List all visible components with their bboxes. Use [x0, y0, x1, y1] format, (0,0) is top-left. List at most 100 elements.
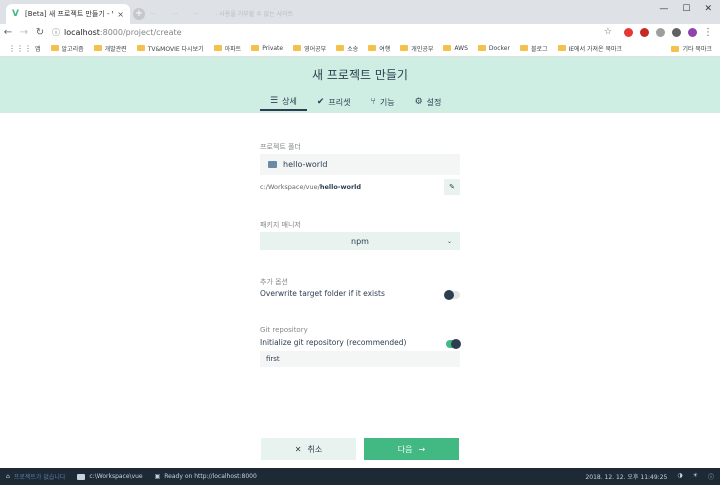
bookmark-folder[interactable]: 개발관련: [93, 44, 127, 53]
folder-icon: [293, 45, 302, 51]
tab-title: [Beta] 새 프로젝트 만들기 - Vue: [25, 10, 113, 18]
bookmark-label: 아파트: [224, 45, 242, 53]
bookmark-label: TV&MOVIE 다시보기: [147, 45, 204, 53]
bookmark-folder[interactable]: TV&MOVIE 다시보기: [136, 44, 204, 53]
tab-presets[interactable]: ✔ 프리셋: [307, 93, 361, 111]
bookmark-folder[interactable]: Private: [251, 45, 283, 52]
browser-tab[interactable]: V [Beta] 새 프로젝트 만들기 - Vue ×: [6, 4, 130, 24]
folder-icon: [77, 473, 86, 480]
adblock-extension-icon[interactable]: [640, 27, 649, 37]
url-host: localhost: [64, 27, 100, 37]
check-circle-icon: ✔: [316, 97, 325, 107]
bookmark-label: 알고리즘: [61, 45, 84, 53]
bookmark-label: 영어공부: [304, 45, 327, 53]
chevron-down-icon: ⌄: [446, 237, 452, 245]
path-prefix: c:/Workspace/vue/: [260, 183, 320, 191]
bookmark-folder[interactable]: IE에서 가져온 북마크: [557, 44, 622, 53]
tab-label: 상세: [282, 96, 297, 106]
maximize-button[interactable]: ☐: [682, 4, 690, 14]
git-init-option: Initialize git repository (recommended): [260, 338, 461, 349]
extension-icon[interactable]: [656, 27, 665, 37]
package-manager-select[interactable]: npm ⌄: [260, 232, 460, 250]
git-init-label: Initialize git repository (recommended): [260, 338, 407, 347]
terminal-icon: ▣: [154, 473, 161, 480]
folder-icon: [136, 45, 145, 51]
status-projects[interactable]: ⌂ 프로젝트가 없습니다: [0, 472, 71, 481]
profile-avatar-icon[interactable]: [688, 27, 697, 37]
folder-icon: [268, 161, 277, 168]
tab-label: 설정: [426, 97, 442, 107]
cancel-button[interactable]: ✕ 취소: [261, 438, 356, 460]
overwrite-label: Overwrite target folder if it exists: [260, 289, 385, 298]
bookmark-folder[interactable]: 영어공부: [293, 44, 326, 53]
minimize-button[interactable]: —: [659, 4, 668, 14]
bookmark-label: 블로그: [530, 45, 548, 53]
tab-details[interactable]: ☰ 상세: [260, 93, 307, 111]
overwrite-option: Overwrite target folder if it exists: [260, 289, 460, 300]
overwrite-toggle[interactable]: [444, 290, 460, 300]
bookmark-label: 소송: [347, 45, 359, 53]
folder-icon: [443, 45, 452, 51]
ghost-tabs: ... ... ... - 사용을 거부할 수 없는 사이트: [150, 9, 293, 18]
status-ready[interactable]: ▣ Ready on http://localhost:8000: [149, 473, 263, 480]
toggle-knob: [444, 290, 454, 300]
bookmark-folder[interactable]: 아파트: [213, 44, 242, 53]
bookmark-folder[interactable]: 개인공부: [400, 44, 433, 53]
bookmark-folder[interactable]: 여행: [368, 44, 390, 53]
bookmark-folder[interactable]: 블로그: [519, 44, 548, 53]
ghost-tab: ...: [150, 9, 156, 16]
git-init-toggle[interactable]: [446, 339, 461, 349]
folder-icon: [519, 45, 528, 51]
project-folder-input[interactable]: hello-world: [260, 154, 460, 175]
bookmark-folder[interactable]: Docker: [477, 45, 510, 52]
folder-icon: [368, 45, 377, 51]
status-message: 프로젝트가 없습니다: [13, 474, 66, 481]
status-folder[interactable]: c:\Workspace\vue: [71, 473, 148, 480]
bookmark-folder[interactable]: AWS: [443, 45, 468, 52]
extension-icon[interactable]: [672, 27, 681, 37]
browser-menu-icon[interactable]: ⋮: [703, 27, 713, 38]
folder-label: 프로젝트 폴더: [260, 143, 301, 151]
tab-label: 기능: [379, 97, 395, 107]
new-tab-button[interactable]: +: [133, 8, 145, 20]
back-button[interactable]: ←: [0, 27, 16, 38]
settings-icon: ⚙: [414, 97, 423, 107]
window-controls: — ☐ ✕: [659, 4, 712, 14]
folder-path: c:/Workspace/vue/hello-world: [260, 183, 361, 191]
git-commit-message-input[interactable]: first: [260, 351, 460, 367]
extension-icons: [624, 27, 697, 37]
folder-icon: [671, 45, 680, 52]
address-bar[interactable]: ⓘ localhost:8000/project/create ☆: [52, 25, 612, 39]
language-icon[interactable]: ◑: [677, 472, 682, 481]
vue-favicon-icon: V: [12, 8, 19, 19]
next-button[interactable]: 다음 →: [364, 438, 459, 460]
ghost-tab: ...: [193, 9, 200, 16]
bookmark-star-icon[interactable]: ☆: [604, 27, 612, 37]
info-icon[interactable]: ⓘ: [52, 27, 60, 38]
tab-close-icon[interactable]: ×: [117, 10, 124, 19]
tab-settings[interactable]: ⚙ 설정: [405, 93, 452, 111]
info-icon[interactable]: ⓘ: [708, 472, 714, 481]
arrow-right-icon: →: [418, 444, 426, 454]
page-title: 새 프로젝트 만들기: [312, 68, 408, 82]
ghost-tab: ...: [171, 9, 178, 16]
bookmark-label: 개발관련: [104, 45, 127, 53]
tab-features[interactable]: ⑂ 기능: [360, 93, 404, 111]
list-icon: ☰: [270, 96, 279, 106]
bookmark-folder[interactable]: 알고리즘: [50, 44, 84, 53]
reload-button[interactable]: ↻: [32, 27, 48, 38]
theme-icon[interactable]: ☀: [693, 472, 698, 481]
bookmarks-bar: ⋮⋮⋮ 앱 알고리즘 개발관련 TV&MOVIE 다시보기 아파트 Private…: [0, 40, 720, 57]
edit-path-button[interactable]: ✎: [444, 179, 460, 195]
bookmark-apps[interactable]: ⋮⋮⋮ 앱: [8, 44, 41, 53]
opera-extension-icon[interactable]: [624, 27, 633, 37]
close-window-button[interactable]: ✕: [704, 4, 712, 14]
forward-button[interactable]: →: [16, 27, 32, 38]
close-icon: ✕: [294, 444, 302, 454]
bookmark-folder[interactable]: 소송: [336, 44, 358, 53]
folder-icon: [557, 45, 566, 51]
git-label: Git repository: [260, 326, 308, 334]
other-bookmarks[interactable]: 기타 북마크: [671, 44, 712, 53]
tab-label: 프리셋: [328, 97, 351, 107]
bookmark-label: 앱: [35, 45, 41, 53]
